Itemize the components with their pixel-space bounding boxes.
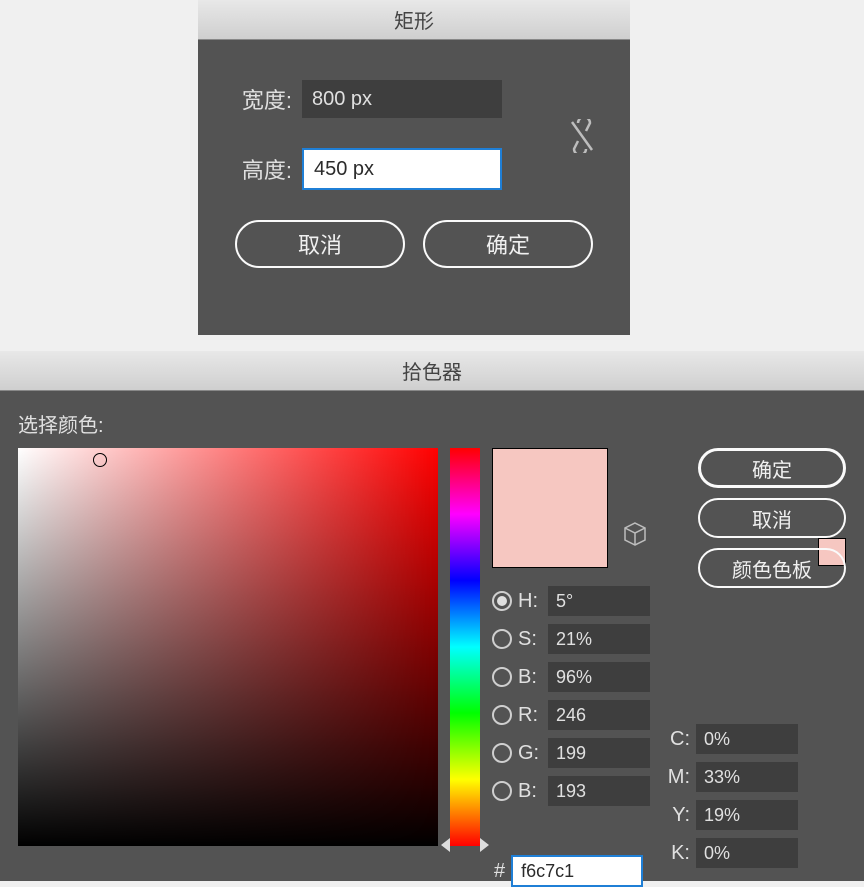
r-radio[interactable] xyxy=(492,705,512,725)
c-input[interactable] xyxy=(696,724,798,754)
rectangle-buttons: 取消 确定 xyxy=(222,220,606,268)
b-hsb-radio[interactable] xyxy=(492,667,512,687)
h-label: H: xyxy=(518,590,542,613)
sv-cursor-icon xyxy=(93,453,107,467)
height-input[interactable] xyxy=(302,148,502,190)
picker-main: 确定 取消 颜色色板 H: S: xyxy=(18,448,846,846)
cmyk-grid: C: M: Y: K: xyxy=(662,724,798,868)
s-label: S: xyxy=(518,628,542,651)
picker-cancel-button[interactable]: 取消 xyxy=(698,498,846,538)
picker-right-column: 确定 取消 颜色色板 H: S: xyxy=(492,448,846,846)
b-hsb-row: B: xyxy=(492,662,650,692)
new-color-swatch xyxy=(493,449,607,508)
g-label: G: xyxy=(518,742,542,765)
height-row: 高度: xyxy=(222,148,606,190)
h-radio[interactable] xyxy=(492,591,512,611)
c-label: C: xyxy=(662,728,690,751)
cube-icon xyxy=(624,522,646,551)
height-label: 高度: xyxy=(222,153,292,185)
picker-ok-button[interactable]: 确定 xyxy=(698,448,846,488)
s-radio[interactable] xyxy=(492,629,512,649)
m-input[interactable] xyxy=(696,762,798,792)
picker-buttons: 确定 取消 颜色色板 xyxy=(698,448,846,588)
hex-label: # xyxy=(494,860,505,883)
rectangle-body: 宽度: 高度: 取消 确定 xyxy=(198,40,630,288)
select-color-label: 选择颜色: xyxy=(18,409,846,438)
r-label: R: xyxy=(518,704,542,727)
current-color-swatch[interactable] xyxy=(493,508,607,567)
ok-button[interactable]: 确定 xyxy=(423,220,593,268)
b-hsb-label: B: xyxy=(518,666,542,689)
b-rgb-input[interactable] xyxy=(548,776,650,806)
k-input[interactable] xyxy=(696,838,798,868)
k-label: K: xyxy=(662,842,690,865)
g-row: G: xyxy=(492,738,650,768)
s-row: S: xyxy=(492,624,650,654)
link-icon[interactable] xyxy=(568,118,596,154)
hue-indicator-left-icon xyxy=(441,838,450,852)
saturation-value-field[interactable] xyxy=(18,448,438,846)
width-input[interactable] xyxy=(302,80,502,118)
hue-slider[interactable] xyxy=(450,448,480,846)
rectangle-dialog: 矩形 宽度: 高度: 取消 确定 xyxy=(198,0,630,335)
h-input[interactable] xyxy=(548,586,650,616)
r-row: R: xyxy=(492,700,650,730)
y-row: Y: xyxy=(662,800,798,830)
y-label: Y: xyxy=(662,804,690,827)
m-row: M: xyxy=(662,762,798,792)
hue-indicator-right-icon xyxy=(480,838,489,852)
color-picker-dialog: 拾色器 选择颜色: xyxy=(0,351,864,881)
k-row: K: xyxy=(662,838,798,868)
c-row: C: xyxy=(662,724,798,754)
color-swatches-button[interactable]: 颜色色板 xyxy=(698,548,846,588)
width-row: 宽度: xyxy=(222,80,606,118)
hex-input[interactable] xyxy=(511,855,643,887)
r-input[interactable] xyxy=(548,700,650,730)
width-label: 宽度: xyxy=(222,83,292,115)
color-picker-body: 选择颜色: xyxy=(0,391,864,858)
b-hsb-input[interactable] xyxy=(548,662,650,692)
s-input[interactable] xyxy=(548,624,650,654)
color-picker-title: 拾色器 xyxy=(0,351,864,391)
b-rgb-row: B: xyxy=(492,776,650,806)
m-label: M: xyxy=(662,766,690,789)
b-rgb-radio[interactable] xyxy=(492,781,512,801)
h-row: H: xyxy=(492,586,650,616)
y-input[interactable] xyxy=(696,800,798,830)
g-radio[interactable] xyxy=(492,743,512,763)
b-rgb-label: B: xyxy=(518,780,542,803)
hex-row: # xyxy=(494,855,643,887)
color-values-grid: H: S: B: R: xyxy=(492,586,650,806)
color-preview xyxy=(492,448,608,568)
rectangle-title: 矩形 xyxy=(198,0,630,40)
g-input[interactable] xyxy=(548,738,650,768)
cancel-button[interactable]: 取消 xyxy=(235,220,405,268)
